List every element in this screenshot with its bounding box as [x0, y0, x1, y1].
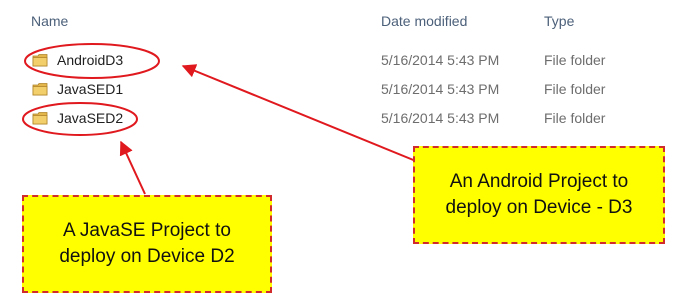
folder-icon	[32, 110, 48, 126]
date-modified: 5/16/2014 5:43 PM	[381, 52, 500, 68]
date-modified: 5/16/2014 5:43 PM	[381, 110, 500, 126]
callout-javase-project: A JavaSE Project to deploy on Device D2	[22, 195, 272, 293]
callout-android-text: An Android Project to deploy on Device -…	[445, 171, 633, 218]
folder-name: JavaSED1	[57, 81, 124, 97]
item-type: File folder	[544, 110, 606, 126]
callout-android-project: An Android Project to deploy on Device -…	[413, 146, 665, 244]
column-header-name[interactable]: Name	[31, 13, 68, 29]
item-type: File folder	[544, 52, 606, 68]
item-type: File folder	[544, 81, 606, 97]
callout-javase-text: A JavaSE Project to deploy on Device D2	[59, 220, 235, 267]
folder-name: JavaSED2	[57, 110, 124, 126]
folder-icon	[32, 81, 48, 97]
list-item[interactable]: JavaSED1 5/16/2014 5:43 PM File folder	[24, 79, 664, 101]
folder-name: AndroidD3	[57, 52, 124, 68]
column-header-bar: Name Date modified Type	[0, 0, 678, 40]
folder-icon	[32, 52, 48, 68]
column-header-date-modified[interactable]: Date modified	[381, 13, 467, 29]
arrow-to-javased2	[119, 140, 146, 195]
list-item[interactable]: JavaSED2 5/16/2014 5:43 PM File folder	[24, 108, 664, 130]
list-item[interactable]: AndroidD3 5/16/2014 5:43 PM File folder	[24, 50, 664, 72]
date-modified: 5/16/2014 5:43 PM	[381, 81, 500, 97]
column-header-type[interactable]: Type	[544, 13, 574, 29]
